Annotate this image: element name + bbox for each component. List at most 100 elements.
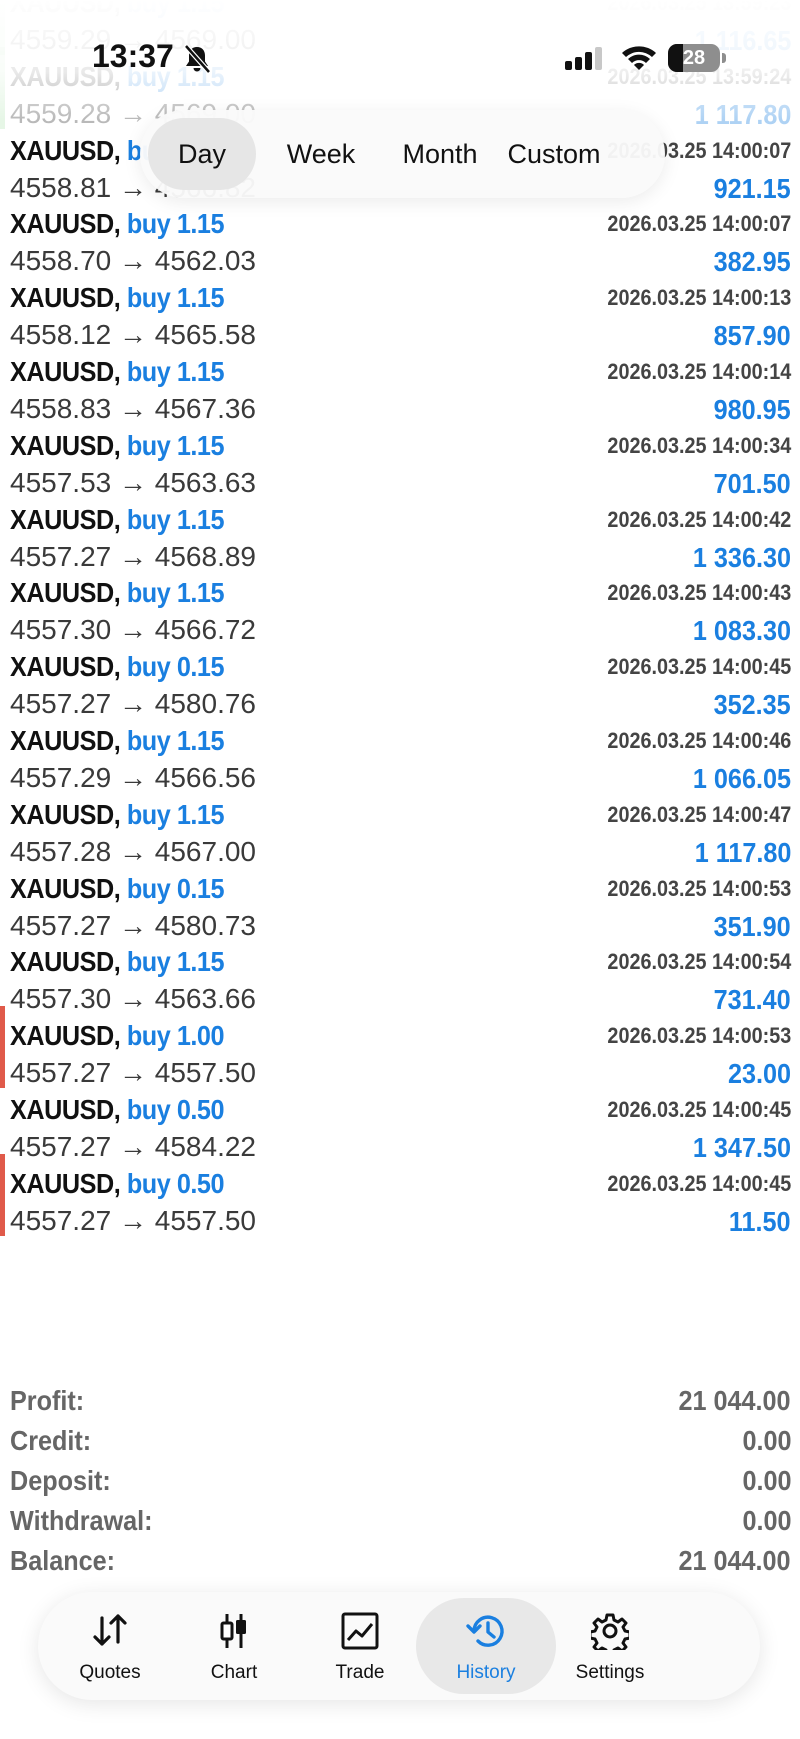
status-time: 13:37 <box>92 38 174 74</box>
trade-symbol: XAUUSD, buy 0.15 <box>10 872 225 904</box>
bottom-tab-bar: Quotes Chart Trade History Settings <box>38 1592 760 1700</box>
trade-direction: buy 0.50 <box>126 1094 225 1125</box>
tab-chart[interactable]: Chart <box>164 1592 304 1700</box>
trade-row[interactable]: XAUUSD, buy 1.15 2026.03.25 14:00:43 455… <box>0 563 800 646</box>
arrow-icon: → <box>119 1204 147 1236</box>
summary-balance-value: 21 044.00 <box>678 1545 791 1576</box>
trade-symbol: XAUUSD, buy 1.00 <box>10 1020 225 1052</box>
trade-time: 2026.03.25 14:00:42 <box>607 506 791 532</box>
trade-symbol: XAUUSD, buy 1.15 <box>10 429 225 461</box>
tab-label: History <box>456 1662 516 1683</box>
trade-profit: 11.50 <box>729 1205 791 1237</box>
trade-direction: buy 1.15 <box>126 946 225 978</box>
trade-time: 2026.03.25 14:00:53 <box>607 875 791 901</box>
trade-row[interactable]: XAUUSD, buy 1.15 2026.03.25 14:00:42 455… <box>0 490 800 573</box>
trade-symbol: XAUUSD, buy 1.15 <box>10 577 225 609</box>
trade-symbol: XAUUSD, buy 1.15 <box>10 725 225 756</box>
period-option-day[interactable]: Day <box>148 118 256 190</box>
summary-credit-value: 0.00 <box>741 1425 791 1456</box>
trade-symbol: XAUUSD, buy 1.15 <box>10 946 225 978</box>
candlestick-chart-icon <box>219 1612 249 1655</box>
trade-time: 2026.03.25 14:00:13 <box>607 285 791 311</box>
trade-direction: buy 0.50 <box>126 1167 225 1199</box>
period-option-week[interactable]: Week <box>262 110 380 198</box>
quotes-arrows-icon <box>90 1612 130 1653</box>
tab-label: Quotes <box>79 1662 141 1683</box>
battery-tip <box>722 53 726 63</box>
close-price: 4557.50 <box>154 1204 256 1236</box>
trade-direction: buy 1.15 <box>126 577 225 609</box>
trade-time: 2026.03.25 14:00:46 <box>607 728 791 753</box>
gear-icon <box>588 1612 632 1657</box>
history-clock-icon <box>465 1612 507 1655</box>
trade-row[interactable]: XAUUSD, buy 0.50 2026.03.25 14:00:45 455… <box>0 1080 800 1163</box>
trade-time: 2026.03.25 14:00:54 <box>607 949 791 975</box>
trade-prices: 4557.27 → 4557.50 <box>10 1205 256 1237</box>
trade-time: 2026.03.25 14:00:43 <box>607 580 791 606</box>
summary-deposit-label: Deposit: <box>10 1465 111 1496</box>
trade-row[interactable]: XAUUSD, buy 1.15 2026.03.25 14:00:46 455… <box>0 711 800 794</box>
trade-symbol: XAUUSD, buy 1.15 <box>10 208 225 240</box>
trade-time: 2026.03.25 14:00:45 <box>607 1097 791 1122</box>
summary-deposit-value: 0.00 <box>741 1465 791 1496</box>
summary-balance-label: Balance: <box>10 1545 116 1576</box>
tab-label: Chart <box>210 1662 258 1683</box>
trade-direction: buy 1.15 <box>126 503 225 535</box>
trade-row[interactable]: XAUUSD, buy 1.00 2026.03.25 14:00:53 455… <box>0 1006 800 1089</box>
bell-muted-icon <box>184 44 211 74</box>
trade-direction: buy 1.15 <box>126 429 225 461</box>
trade-row[interactable]: XAUUSD, buy 1.15 2026.03.25 14:00:13 455… <box>0 268 800 351</box>
trade-direction: buy 0.15 <box>126 651 225 683</box>
trade-direction: buy 1.00 <box>126 1020 225 1052</box>
period-filter-bar: Day Week Month Custom <box>140 110 665 198</box>
trade-symbol: XAUUSD, buy 0.50 <box>10 1167 225 1199</box>
tab-label: Settings <box>575 1662 645 1683</box>
trade-direction: buy 0.15 <box>126 872 225 904</box>
trade-direction: buy 1.15 <box>126 725 225 756</box>
trade-time: 2026.03.25 14:00:45 <box>607 654 791 680</box>
summary-credit-label: Credit: <box>10 1425 92 1456</box>
trade-time: 2026.03.25 14:00:53 <box>607 1023 791 1049</box>
summary-profit-label: Profit: <box>10 1385 85 1416</box>
trade-time: 2026.03.25 14:00:34 <box>607 432 791 458</box>
tab-label: Trade <box>335 1662 385 1683</box>
trade-symbol: XAUUSD, buy 1.15 <box>10 503 225 535</box>
trade-symbol: XAUUSD, buy 0.50 <box>10 1094 225 1125</box>
loss-marker <box>0 1006 5 1089</box>
trade-time: 2026.03.25 14:00:47 <box>607 801 791 827</box>
trade-row[interactable]: XAUUSD, buy 1.15 2026.03.25 14:00:47 455… <box>0 785 800 868</box>
tab-quotes[interactable]: Quotes <box>40 1592 180 1700</box>
tab-settings[interactable]: Settings <box>540 1592 680 1700</box>
trade-time: 2026.03.25 14:00:14 <box>607 359 791 384</box>
summary-withdrawal-label: Withdrawal: <box>10 1505 153 1536</box>
tab-trade[interactable]: Trade <box>290 1592 430 1700</box>
trade-symbol: XAUUSD, buy 1.15 <box>10 282 225 314</box>
trade-direction: buy 1.15 <box>126 208 225 240</box>
trade-row[interactable]: XAUUSD, buy 1.15 2026.03.25 14:00:14 455… <box>0 342 800 425</box>
trade-symbol: XAUUSD, buy 1.15 <box>10 798 225 830</box>
trade-row[interactable]: XAUUSD, buy 0.15 2026.03.25 14:00:45 455… <box>0 637 800 720</box>
trade-direction: buy 1.15 <box>126 282 225 314</box>
trade-direction: buy 1.15 <box>126 798 225 830</box>
trade-chart-icon <box>341 1612 379 1655</box>
trade-row[interactable]: XAUUSD, buy 1.15 2026.03.25 14:00:34 455… <box>0 416 800 499</box>
trade-time: 2026.03.25 14:00:07 <box>607 211 791 237</box>
loss-marker <box>0 1153 5 1236</box>
trade-symbol: XAUUSD, buy 0.15 <box>10 651 225 683</box>
period-option-month[interactable]: Month <box>380 110 500 198</box>
trade-row[interactable]: XAUUSD, buy 0.50 2026.03.25 14:00:45 455… <box>0 1153 800 1237</box>
trade-time: 2026.03.25 14:00:45 <box>607 1170 791 1196</box>
trade-direction: buy 1.15 <box>126 356 225 387</box>
battery-icon: 28 <box>668 44 720 72</box>
trade-row[interactable]: XAUUSD, buy 0.15 2026.03.25 14:00:53 455… <box>0 859 800 942</box>
summary-profit-value: 21 044.00 <box>678 1385 791 1416</box>
battery-percent: 28 <box>682 47 706 69</box>
period-option-custom[interactable]: Custom <box>495 110 613 198</box>
wifi-icon <box>622 46 656 70</box>
tab-history[interactable]: History <box>416 1598 556 1694</box>
summary-withdrawal-value: 0.00 <box>741 1505 791 1536</box>
trade-row[interactable]: XAUUSD, buy 1.15 2026.03.25 14:00:07 455… <box>0 194 800 277</box>
trade-symbol: XAUUSD, buy 1.15 <box>10 356 225 387</box>
trade-row[interactable]: XAUUSD, buy 1.15 2026.03.25 14:00:54 455… <box>0 932 800 1015</box>
cellular-signal-icon <box>565 47 602 70</box>
